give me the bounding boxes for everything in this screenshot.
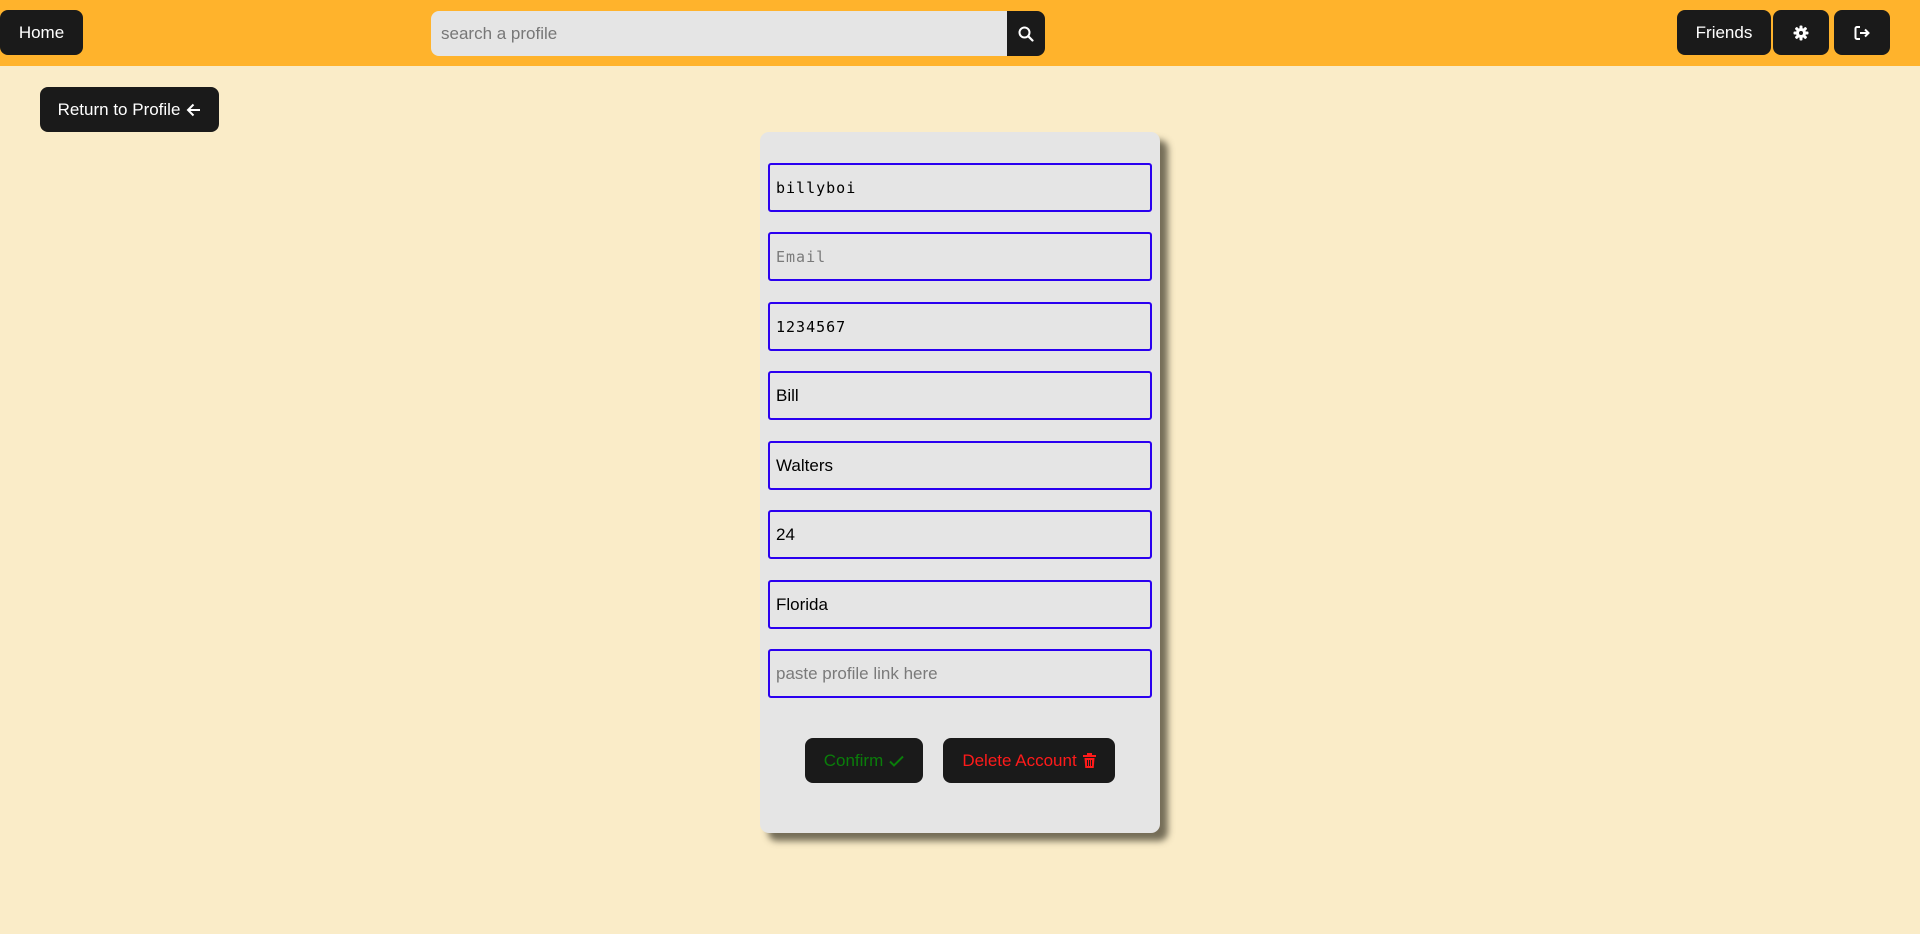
location-input[interactable] bbox=[768, 580, 1152, 629]
profile-link-input[interactable] bbox=[768, 649, 1152, 698]
sign-out-icon bbox=[1854, 25, 1870, 40]
check-icon bbox=[889, 755, 904, 767]
search-icon bbox=[1018, 26, 1034, 42]
gear-icon bbox=[1793, 25, 1809, 40]
trash-icon bbox=[1082, 753, 1096, 768]
search-button[interactable] bbox=[1007, 11, 1045, 56]
return-to-profile-button[interactable]: Return to Profile bbox=[40, 87, 219, 132]
first-name-input[interactable] bbox=[768, 371, 1152, 420]
confirm-label: Confirm bbox=[823, 750, 884, 770]
return-label: Return to Profile bbox=[57, 99, 181, 119]
home-label: Home bbox=[18, 22, 65, 42]
top-navbar: Home Friends bbox=[0, 0, 1920, 66]
username-input[interactable] bbox=[768, 163, 1152, 212]
friends-label: Friends bbox=[1695, 22, 1753, 42]
search-input[interactable] bbox=[431, 11, 1007, 56]
last-name-input[interactable] bbox=[768, 441, 1152, 490]
password-input[interactable] bbox=[768, 302, 1152, 351]
delete-account-button[interactable]: Delete Account bbox=[943, 738, 1115, 783]
email-input[interactable] bbox=[768, 232, 1152, 281]
settings-button[interactable] bbox=[1773, 10, 1829, 55]
delete-label: Delete Account bbox=[962, 750, 1077, 770]
friends-button[interactable]: Friends bbox=[1677, 10, 1771, 55]
age-input[interactable] bbox=[768, 510, 1152, 559]
logout-button[interactable] bbox=[1834, 10, 1890, 55]
edit-profile-card: Confirm Delete Account bbox=[760, 132, 1160, 833]
confirm-button[interactable]: Confirm bbox=[805, 738, 923, 783]
arrow-left-icon bbox=[187, 103, 201, 116]
home-button[interactable]: Home bbox=[0, 10, 83, 55]
